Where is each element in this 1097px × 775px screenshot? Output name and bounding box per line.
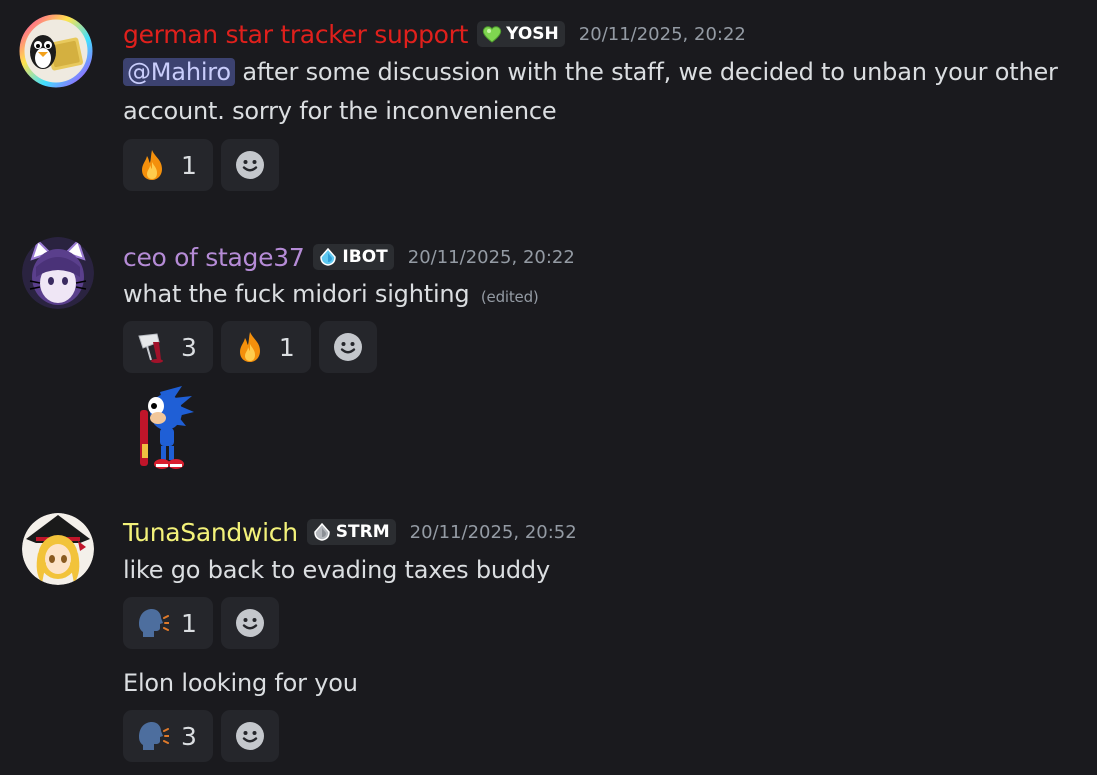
message-text: what the fuck midori sighting bbox=[123, 280, 470, 308]
message-content: like go back to evading taxes buddy bbox=[123, 551, 1088, 590]
message-content-followup: Elon looking for you bbox=[123, 664, 1088, 703]
timestamp[interactable]: 20/11/2025, 20:22 bbox=[408, 247, 575, 268]
reactions-bar: 1 bbox=[123, 597, 279, 649]
spilled-glass-emoji bbox=[138, 333, 163, 363]
smiley-icon bbox=[333, 333, 362, 361]
username[interactable]: german star tracker support bbox=[123, 20, 468, 49]
speaking-head-emoji bbox=[139, 722, 169, 750]
reaction-count: 1 bbox=[181, 150, 197, 180]
reaction-speaking-head[interactable]: 1 bbox=[123, 597, 213, 649]
avatar-image bbox=[22, 513, 94, 585]
add-reaction-button[interactable] bbox=[220, 710, 279, 762]
message-text: like go back to evading taxes buddy bbox=[123, 556, 550, 584]
fire-emoji bbox=[142, 150, 162, 180]
smiley-icon bbox=[235, 722, 264, 750]
add-reaction-button[interactable] bbox=[318, 321, 377, 373]
avatar-image bbox=[19, 14, 93, 88]
server-tag[interactable]: IBOT bbox=[313, 244, 394, 270]
reaction-count: 1 bbox=[278, 332, 295, 362]
server-tag[interactable]: STRM bbox=[306, 519, 396, 545]
blue-drop-icon bbox=[320, 247, 337, 266]
message-content: what the fuck midori sighting (edited) bbox=[123, 275, 1088, 317]
reactions-bar: 3 bbox=[123, 710, 279, 762]
timestamp[interactable]: 20/11/2025, 20:22 bbox=[579, 24, 746, 45]
green-heart-icon bbox=[482, 26, 502, 43]
message-header: TunaSandwich STRM 20/11/2025, 20:52 bbox=[123, 515, 577, 549]
speaking-head-emoji bbox=[139, 609, 169, 637]
reaction-count: 3 bbox=[181, 721, 197, 751]
edited-label: (edited) bbox=[480, 288, 539, 306]
reactions-bar: 3 1 bbox=[123, 321, 377, 373]
avatar[interactable] bbox=[19, 14, 93, 88]
message-header: german star tracker support YOSH 20/11/2… bbox=[123, 17, 746, 51]
server-tag[interactable]: YOSH bbox=[477, 21, 565, 47]
reaction-count: 1 bbox=[181, 608, 197, 638]
username[interactable]: TunaSandwich bbox=[123, 518, 298, 547]
reaction-fire[interactable]: 1 bbox=[220, 321, 311, 373]
reactions-bar: 1 bbox=[123, 139, 279, 191]
smiley-icon bbox=[235, 609, 264, 637]
add-reaction-button[interactable] bbox=[220, 597, 279, 649]
server-tag-label: STRM bbox=[335, 522, 390, 542]
chat-log: german star tracker support YOSH 20/11/2… bbox=[0, 0, 1097, 775]
timestamp[interactable]: 20/11/2025, 20:52 bbox=[410, 522, 577, 543]
message-content: @Mahiro after some discussion with the s… bbox=[123, 53, 1088, 131]
username[interactable]: ceo of stage37 bbox=[123, 243, 305, 272]
avatar-image bbox=[22, 237, 94, 309]
fire-emoji bbox=[239, 332, 260, 362]
reaction-count: 3 bbox=[181, 332, 197, 362]
avatar[interactable] bbox=[22, 237, 94, 309]
sonic-sticker[interactable] bbox=[130, 384, 200, 480]
gray-stone-icon bbox=[314, 522, 330, 541]
user-mention[interactable]: @Mahiro bbox=[123, 58, 235, 86]
smiley-icon bbox=[235, 151, 264, 179]
message-header: ceo of stage37 IBOT 20/11/2025, 20:22 bbox=[123, 240, 575, 274]
sonic-sticker-image bbox=[140, 386, 194, 469]
server-tag-label: YOSH bbox=[506, 24, 559, 44]
avatar[interactable] bbox=[22, 513, 94, 585]
reaction-speaking-head[interactable]: 3 bbox=[123, 710, 213, 762]
message-text: Elon looking for you bbox=[123, 669, 358, 697]
message-text: after some discussion with the staff, we… bbox=[242, 58, 1058, 86]
server-tag-label: IBOT bbox=[342, 247, 388, 267]
add-reaction-button[interactable] bbox=[220, 139, 279, 191]
reaction-spilled-glass[interactable]: 3 bbox=[123, 321, 213, 373]
reaction-fire[interactable]: 1 bbox=[123, 139, 213, 191]
message-text-continued: account. sorry for the inconvenience bbox=[123, 97, 557, 125]
